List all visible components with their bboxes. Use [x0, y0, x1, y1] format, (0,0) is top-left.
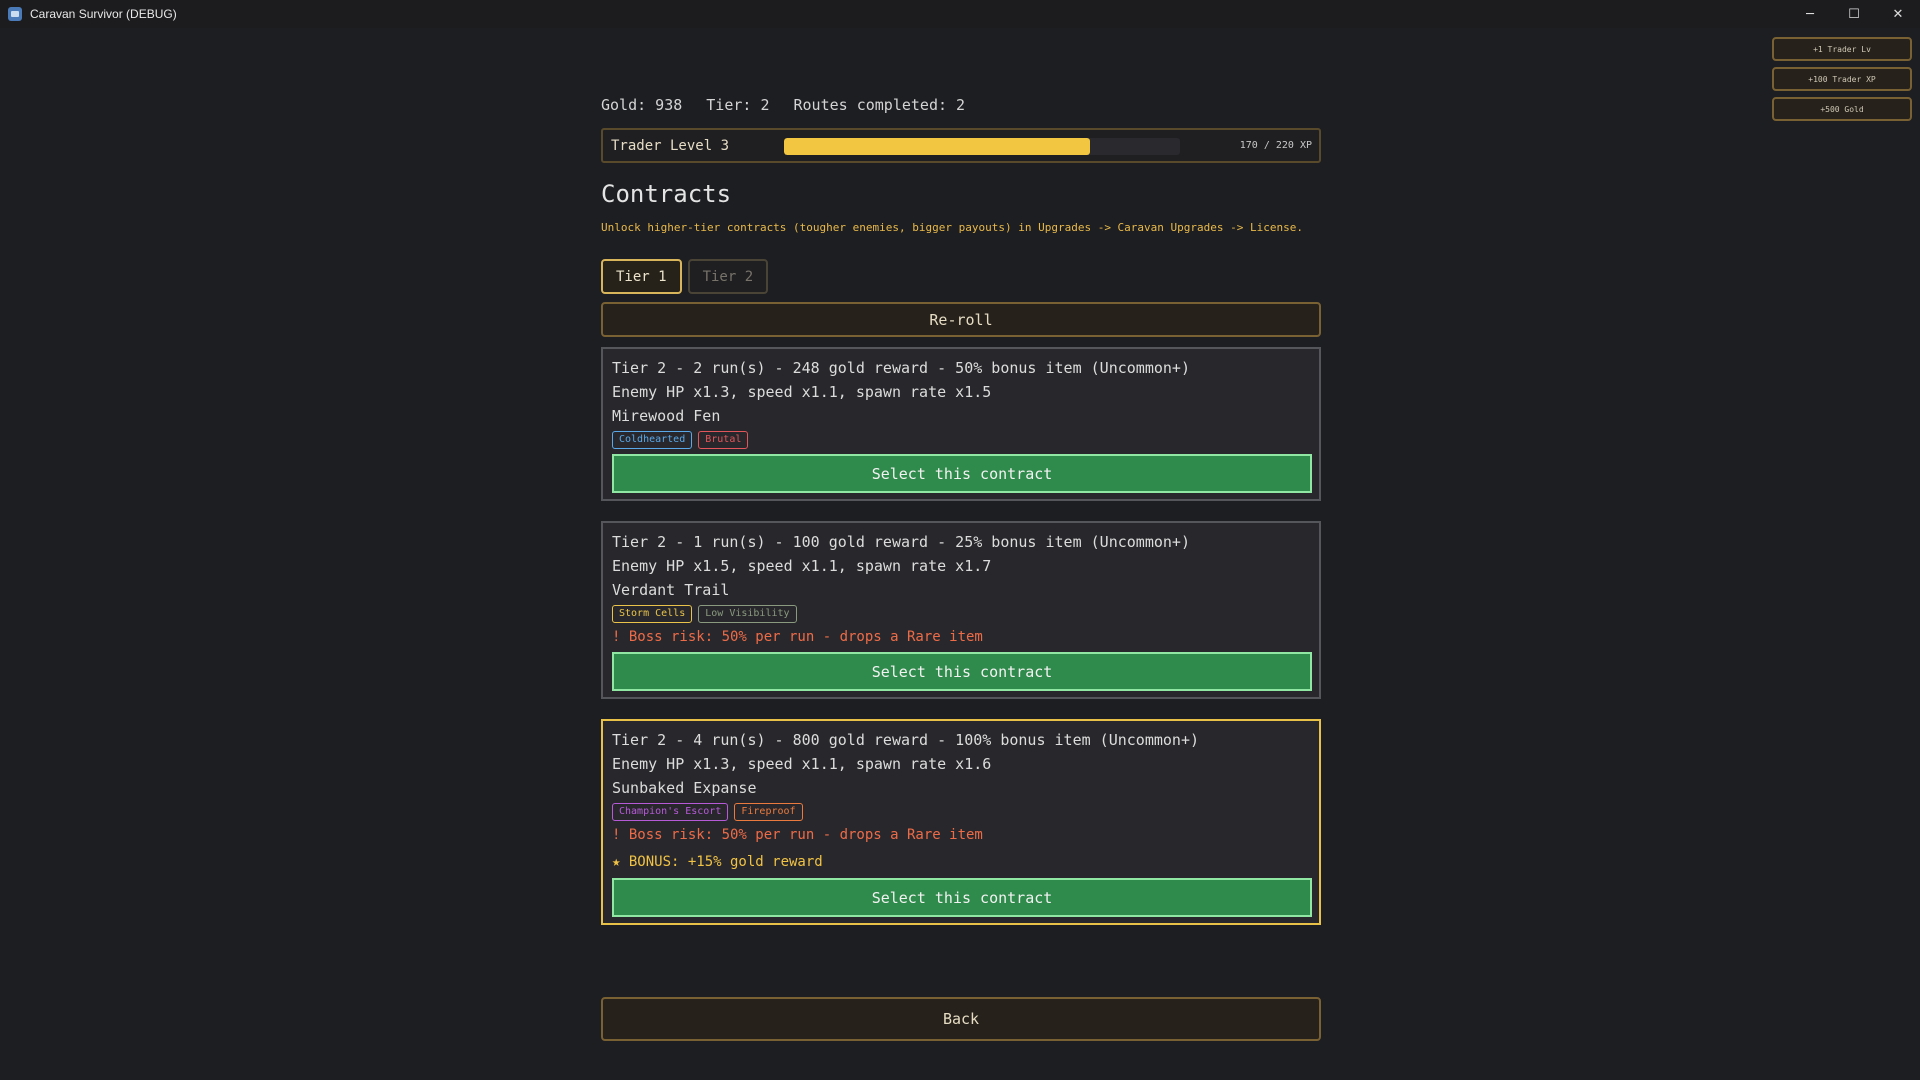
xp-progress-fill [784, 138, 1090, 155]
debug-add-trader-xp-button[interactable]: +100 Trader XP [1772, 67, 1912, 91]
contract-tag: Fireproof [734, 803, 803, 821]
page-title: Contracts [601, 180, 732, 208]
debug-add-gold-button[interactable]: +500 Gold [1772, 97, 1912, 121]
select-contract-button[interactable]: Select this contract [612, 454, 1312, 493]
contract-tag: Brutal [698, 431, 749, 449]
reroll-button[interactable]: Re-roll [601, 302, 1321, 337]
window-controls: ─ ☐ ✕ [1788, 0, 1920, 28]
window-title-bar: Caravan Survivor (DEBUG) ─ ☐ ✕ [0, 0, 1920, 28]
contract-location: Sunbaked Expanse [612, 779, 757, 797]
contract-summary: Tier 2 - 1 run(s) - 100 gold reward - 25… [612, 533, 1190, 551]
tab-tier-1[interactable]: Tier 1 [601, 259, 682, 294]
xp-readout: 170 / 220 XP [1239, 140, 1312, 151]
tab-tier-2[interactable]: Tier 2 [687, 259, 769, 294]
contract-summary: Tier 2 - 2 run(s) - 248 gold reward - 50… [612, 359, 1190, 377]
tier-tabs: Tier 1 Tier 2 [601, 259, 769, 294]
contract-modifiers: Enemy HP x1.3, speed x1.1, spawn rate x1… [612, 383, 992, 401]
trader-level-label: Trader Level 3 [611, 138, 730, 154]
window-title: Caravan Survivor (DEBUG) [30, 7, 177, 21]
contract-card-highlighted: Tier 2 - 4 run(s) - 800 gold reward - 10… [601, 719, 1321, 925]
debug-add-trader-level-button[interactable]: +1 Trader Lv [1772, 37, 1912, 61]
gold-stat: Gold: 938 [601, 96, 683, 114]
contract-summary: Tier 2 - 4 run(s) - 800 gold reward - 10… [612, 731, 1199, 749]
contract-tags: Champion's Escort Fireproof [612, 802, 1311, 822]
close-icon[interactable]: ✕ [1876, 0, 1920, 28]
unlock-hint: Unlock higher-tier contracts (tougher en… [601, 221, 1303, 234]
select-contract-button[interactable]: Select this contract [612, 878, 1312, 917]
boss-risk-warning: ! Boss risk: 50% per run - drops a Rare … [612, 629, 983, 645]
contract-location: Verdant Trail [612, 581, 730, 599]
maximize-icon[interactable]: ☐ [1832, 0, 1876, 28]
bonus-reward: ★ BONUS: +15% gold reward [612, 854, 823, 870]
routes-stat: Routes completed: 2 [793, 96, 966, 114]
minimize-icon[interactable]: ─ [1788, 0, 1832, 28]
contract-tag: Champion's Escort [612, 803, 729, 821]
tier-stat: Tier: 2 [706, 96, 770, 114]
contract-modifiers: Enemy HP x1.5, speed x1.1, spawn rate x1… [612, 557, 992, 575]
trader-level-panel: Trader Level 3 170 / 220 XP [601, 128, 1321, 163]
select-contract-button[interactable]: Select this contract [612, 652, 1312, 691]
contract-tag: Low Visibility [698, 605, 797, 623]
back-button[interactable]: Back [601, 997, 1321, 1041]
contract-card: Tier 2 - 2 run(s) - 248 gold reward - 50… [601, 347, 1321, 501]
contract-modifiers: Enemy HP x1.3, speed x1.1, spawn rate x1… [612, 755, 992, 773]
contract-tags: Coldhearted Brutal [612, 430, 1311, 450]
xp-progress-bar [784, 138, 1180, 155]
contract-tags: Storm Cells Low Visibility [612, 604, 1311, 624]
stats-bar: Gold: 938 Tier: 2 Routes completed: 2 [601, 96, 965, 114]
contract-card: Tier 2 - 1 run(s) - 100 gold reward - 25… [601, 521, 1321, 699]
boss-risk-warning: ! Boss risk: 50% per run - drops a Rare … [612, 827, 983, 843]
contract-location: Mirewood Fen [612, 407, 721, 425]
debug-panel: +1 Trader Lv +100 Trader XP +500 Gold [1772, 37, 1912, 127]
contract-tag: Storm Cells [612, 605, 693, 623]
contract-tag: Coldhearted [612, 431, 693, 449]
app-icon [8, 7, 22, 21]
